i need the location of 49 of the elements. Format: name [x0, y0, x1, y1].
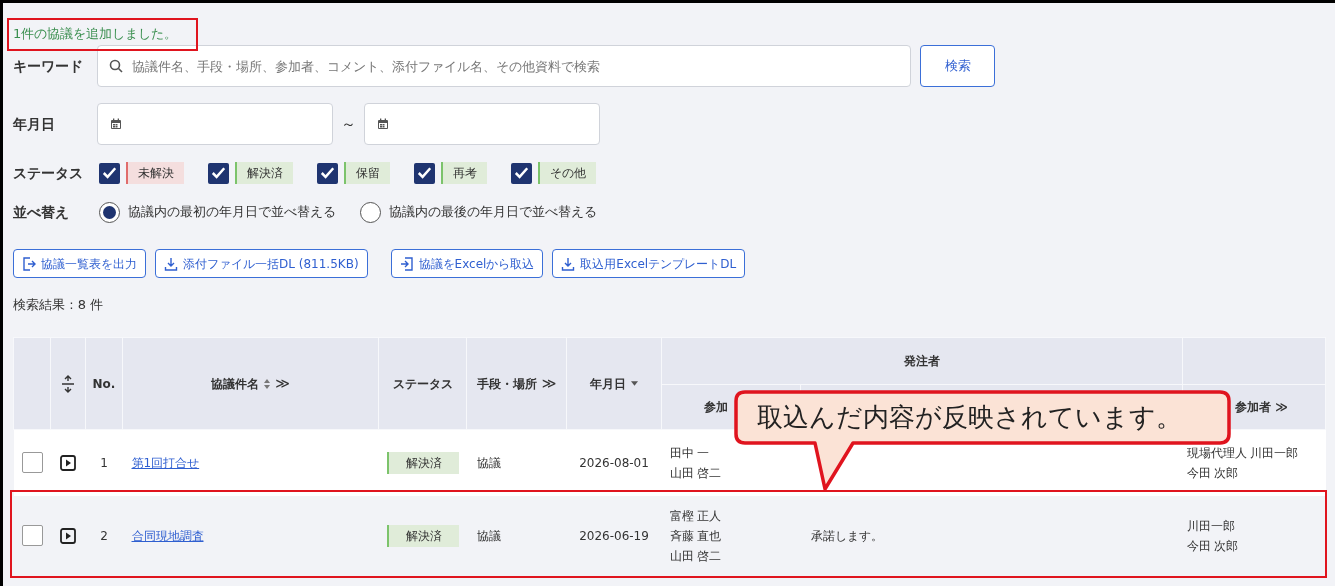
consultation-link[interactable]: 合同現地調査 [131, 528, 204, 543]
status-tag: 保留 [344, 162, 390, 184]
column-header[interactable]: 協議件名 ≫ [211, 373, 290, 394]
success-message: 1件の協議を追加しました。 [13, 25, 178, 43]
action-button[interactable]: 協議一覧表を出力 [13, 249, 146, 278]
action-button[interactable]: 協議をExcelから取込 [390, 249, 544, 278]
field-label: キーワード [13, 56, 84, 76]
column-header[interactable]: 年月日 [590, 374, 638, 393]
column-header: 参加 [704, 400, 728, 414]
search-button[interactable]: 検索 [920, 45, 995, 87]
column-header: 手段・場所 ≫ [476, 374, 557, 393]
table-cell: 2026-08-01 [579, 455, 649, 470]
participant-name: 田中 一 [669, 444, 711, 462]
participant-name: 山田 啓二 [669, 547, 723, 565]
consultation-link[interactable]: 第1回打合せ [131, 455, 200, 470]
participant-name: 今田 次郎 [1186, 464, 1240, 482]
participant-name: 今田 次郎 [1186, 537, 1240, 555]
callout-text: 取込んだ内容が反映されています。 [757, 401, 1182, 434]
table-cell: 協議 [476, 455, 501, 470]
result-count: 検索結果 : 8 件 [13, 296, 105, 314]
field-label: 並べ替え [13, 202, 70, 222]
range-separator: ～ [341, 113, 356, 135]
option-label: 協議内の最初の年月日で並べ替える [128, 203, 336, 222]
field-label: ステータス [13, 163, 84, 183]
participant-name: 斉藤 直也 [669, 527, 723, 545]
status-tag: 解決済 [235, 162, 293, 184]
group-header: 発注者 [904, 354, 940, 368]
participant-name: 現場代理人 川田一郎 [1186, 444, 1300, 462]
option-label: 協議内の最後の年月日で並べ替える [389, 203, 597, 222]
row-number: 1 [100, 455, 108, 470]
field-label: 年月日 [13, 114, 56, 134]
participant-name: 川田一郎 [1186, 517, 1236, 535]
comment-text: 承諾します。 [810, 528, 883, 543]
status-tag: 解決済 [386, 524, 459, 547]
status-tag: その他 [538, 162, 596, 184]
status-tag: 再考 [441, 162, 487, 184]
column-header: 参加者 ≫ [1235, 400, 1288, 414]
action-button[interactable]: 取込用ExcelテンプレートDL [552, 249, 746, 278]
participant-name: 山田 啓二 [669, 464, 723, 482]
status-tag: 解決済 [386, 451, 459, 474]
search-field[interactable]: 協議件名、手段・場所、参加者、コメント、添付ファイル名、その他資料で検索 [97, 45, 911, 87]
status-tag: 未解決 [126, 162, 184, 184]
row-number: 2 [100, 528, 108, 543]
participant-name: 富樫 正人 [669, 507, 723, 525]
column-header: No. [92, 375, 116, 393]
table-cell: 2026-06-19 [579, 528, 649, 543]
column-header: ステータス [392, 375, 453, 393]
action-button[interactable]: 添付ファイル一括DL (811.5KB) [155, 249, 368, 278]
table-cell: 協議 [476, 528, 501, 543]
